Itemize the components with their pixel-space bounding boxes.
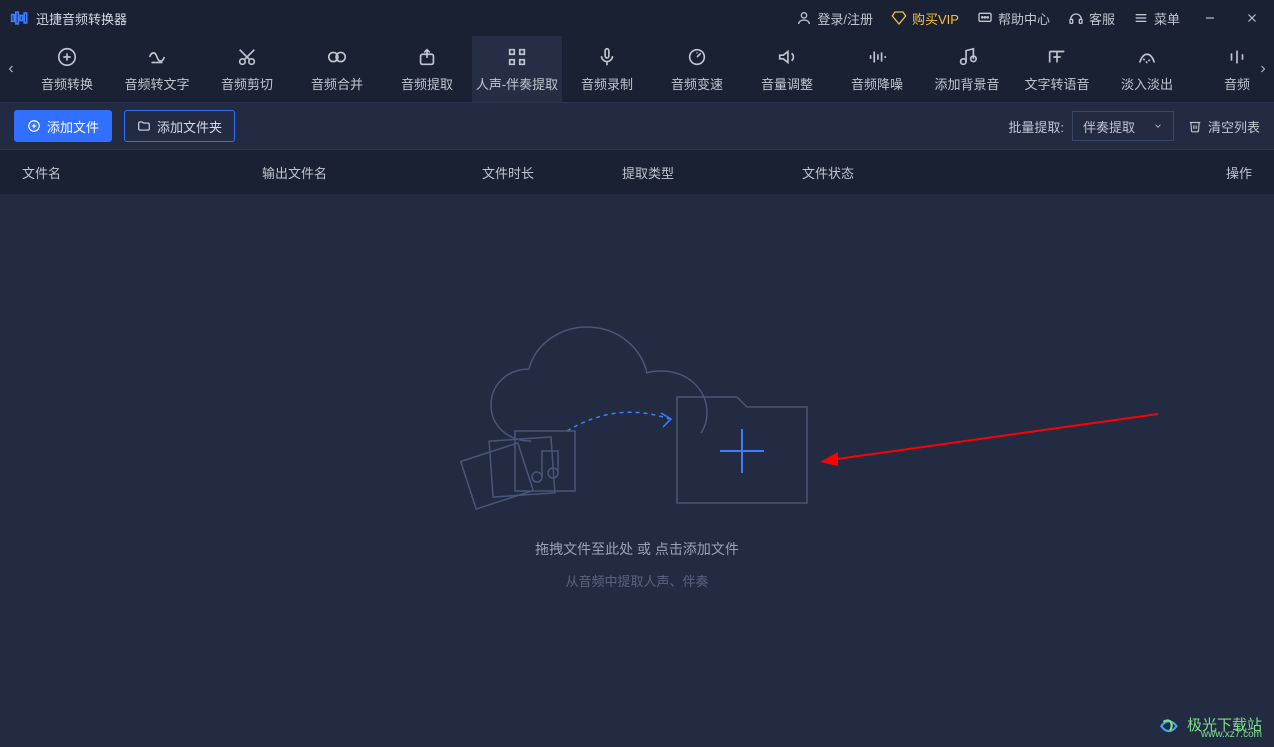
minimize-icon: [1203, 11, 1217, 25]
batch-extract-label: 批量提取:: [1008, 117, 1064, 136]
tool-tts[interactable]: 文字转语音: [1012, 36, 1102, 102]
folder-icon: [137, 119, 151, 133]
app-logo: 迅捷音频转换器: [10, 8, 127, 28]
plus-circle-icon: [27, 119, 41, 133]
chat-icon: [977, 10, 993, 26]
tool-label: 音频降噪: [851, 74, 903, 93]
chevron-left-icon: [5, 63, 17, 75]
tool-label: 文字转语音: [1024, 74, 1089, 93]
tool-label: 音量调整: [761, 74, 813, 93]
denoise-icon: [866, 46, 888, 68]
tool-bgm[interactable]: 添加背景音: [922, 36, 1012, 102]
record-icon: [596, 46, 618, 68]
tool-label: 音频变速: [671, 74, 723, 93]
table-header: 文件名 输出文件名 文件时长 提取类型 文件状态 操作: [0, 150, 1274, 194]
tool-label: 音频合并: [311, 74, 363, 93]
tool-more[interactable]: 音频: [1192, 36, 1252, 102]
toolbar-items: 音频转换 音频转文字 音频剪切 音频合并 音频提取 人声-伴奏提取 音频录制 音频变速 音量调整…: [22, 36, 1252, 102]
trash-icon: [1188, 119, 1202, 133]
more-icon: [1226, 46, 1248, 68]
tool-to-text[interactable]: 音频转文字: [112, 36, 202, 102]
toolbar: 音频转换 音频转文字 音频剪切 音频合并 音频提取 人声-伴奏提取 音频录制 音频变速 音量调整…: [0, 36, 1274, 102]
support-button[interactable]: 客服: [1068, 9, 1115, 28]
buy-vip-button[interactable]: 购买VIP: [891, 9, 959, 28]
tool-denoise[interactable]: 音频降噪: [832, 36, 922, 102]
drop-illustration: [447, 321, 827, 521]
titlebar: 迅捷音频转换器 登录/注册 购买VIP 帮助中心 客服 菜单: [0, 0, 1274, 36]
app-logo-icon: [10, 8, 30, 28]
col-output-name: 输出文件名: [262, 163, 482, 182]
speed-icon: [686, 46, 708, 68]
tool-label: 音频转换: [41, 74, 93, 93]
headset-icon: [1068, 10, 1084, 26]
col-actions: 操作: [1226, 163, 1252, 182]
bgm-icon: [956, 46, 978, 68]
drop-text-primary: 拖拽文件至此处 或 点击添加文件: [535, 539, 739, 559]
menu-button[interactable]: 菜单: [1133, 9, 1180, 28]
col-duration: 文件时长: [482, 163, 622, 182]
toolbar-next-button[interactable]: [1252, 36, 1274, 102]
col-extract-type: 提取类型: [622, 163, 802, 182]
col-file-status: 文件状态: [802, 163, 1002, 182]
tool-label: 音频: [1224, 74, 1250, 93]
action-bar: 添加文件 添加文件夹 批量提取: 伴奏提取 清空列表: [0, 102, 1274, 150]
merge-icon: [326, 46, 348, 68]
add-file-button[interactable]: 添加文件: [14, 110, 112, 142]
tool-label: 淡入淡出: [1121, 74, 1173, 93]
add-folder-button[interactable]: 添加文件夹: [124, 110, 235, 142]
batch-extract-select[interactable]: 伴奏提取: [1072, 111, 1174, 141]
tool-merge[interactable]: 音频合并: [292, 36, 382, 102]
chevron-right-icon: [1257, 63, 1269, 75]
watermark-icon: [1157, 711, 1183, 737]
tool-volume[interactable]: 音量调整: [742, 36, 832, 102]
menu-icon: [1133, 10, 1149, 26]
extract-icon: [416, 46, 438, 68]
tool-label: 人声-伴奏提取: [476, 74, 558, 93]
tool-label: 音频剪切: [221, 74, 273, 93]
diamond-icon: [891, 10, 907, 26]
batch-extract-control: 批量提取: 伴奏提取: [1008, 111, 1174, 141]
watermark: 极光下载站 www.xz7.com: [1157, 711, 1262, 737]
app-title: 迅捷音频转换器: [36, 9, 127, 28]
titlebar-actions: 登录/注册 购买VIP 帮助中心 客服 菜单: [796, 6, 1264, 30]
tool-label: 音频转文字: [124, 74, 189, 93]
tool-label: 音频录制: [581, 74, 633, 93]
to-text-icon: [146, 46, 168, 68]
tool-cut[interactable]: 音频剪切: [202, 36, 292, 102]
fade-icon: [1136, 46, 1158, 68]
tool-extract[interactable]: 音频提取: [382, 36, 472, 102]
close-button[interactable]: [1240, 6, 1264, 30]
tool-label: 音频提取: [401, 74, 453, 93]
tool-vocal[interactable]: 人声-伴奏提取: [472, 36, 562, 102]
volume-icon: [776, 46, 798, 68]
vocal-icon: [506, 46, 528, 68]
tool-convert[interactable]: 音频转换: [22, 36, 112, 102]
clear-list-button[interactable]: 清空列表: [1188, 117, 1260, 136]
watermark-url: www.xz7.com: [1201, 729, 1262, 740]
minimize-button[interactable]: [1198, 6, 1222, 30]
login-button[interactable]: 登录/注册: [796, 9, 873, 28]
annotation-arrow: [818, 410, 1168, 470]
tool-label: 添加背景音: [934, 74, 999, 93]
help-center-button[interactable]: 帮助中心: [977, 9, 1050, 28]
tool-fade[interactable]: 淡入淡出: [1102, 36, 1192, 102]
user-icon: [796, 10, 812, 26]
col-filename: 文件名: [22, 163, 262, 182]
drop-text-secondary: 从音频中提取人声、伴奏: [565, 571, 708, 590]
toolbar-prev-button[interactable]: [0, 36, 22, 102]
action-bar-right: 批量提取: 伴奏提取 清空列表: [1008, 111, 1260, 141]
convert-icon: [56, 46, 78, 68]
close-icon: [1245, 11, 1259, 25]
drop-zone[interactable]: 拖拽文件至此处 或 点击添加文件 从音频中提取人声、伴奏 极光下载站 www.x…: [0, 194, 1274, 747]
cut-icon: [236, 46, 258, 68]
chevron-down-icon: [1153, 121, 1163, 131]
tts-icon: [1046, 46, 1068, 68]
tool-speed[interactable]: 音频变速: [652, 36, 742, 102]
tool-record[interactable]: 音频录制: [562, 36, 652, 102]
